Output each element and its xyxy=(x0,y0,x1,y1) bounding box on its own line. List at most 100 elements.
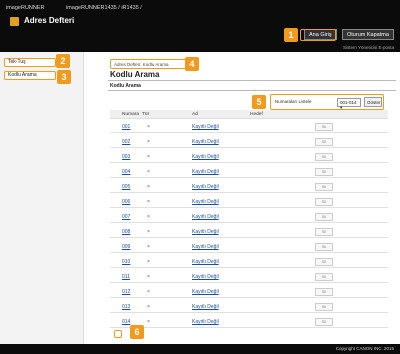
table-header: Numara Tür Ad Hedef xyxy=(110,110,388,119)
table-row: 001 × Kayıtlı Değil Sil xyxy=(110,120,388,133)
table-row: 006 × Kayıtlı Değil Sil xyxy=(110,195,388,208)
column-header-number: Numara xyxy=(122,112,140,117)
entry-name-link[interactable]: Kayıtlı Değil xyxy=(192,259,219,265)
entry-number-link[interactable]: 004 xyxy=(122,169,130,175)
breadcrumb: Adres Defteri: Kodlu Arama xyxy=(110,59,188,69)
entry-name-link[interactable]: Kayıtlı Değil xyxy=(192,124,219,130)
number-range-select[interactable]: 001-014 ▾ xyxy=(337,98,361,110)
sidebar-item-label: Tek-Tuş xyxy=(8,59,26,65)
entry-number-link[interactable]: 013 xyxy=(122,304,130,310)
delete-button[interactable]: Sil xyxy=(315,183,333,191)
copyright-text: Copyright CANON INC. 2015 xyxy=(335,346,394,351)
entry-number-link[interactable]: 011 xyxy=(122,274,130,280)
delete-button[interactable]: Sil xyxy=(315,213,333,221)
list-numbers-label: Numaraları Listele xyxy=(275,99,312,104)
entry-number-link[interactable]: 007 xyxy=(122,214,130,220)
callout-badge: 3 xyxy=(57,70,71,84)
column-header-type: Tür xyxy=(142,112,150,117)
table-row: 009 × Kayıtlı Değil Sil xyxy=(110,240,388,253)
entry-type: × xyxy=(147,319,150,325)
delete-button[interactable]: Sil xyxy=(315,243,333,251)
entry-number-link[interactable]: 005 xyxy=(122,184,130,190)
number-range-value: 001-014 xyxy=(340,100,357,105)
entry-type: × xyxy=(147,199,150,205)
entry-number-link[interactable]: 008 xyxy=(122,229,130,235)
entry-name-link[interactable]: Kayıtlı Değil xyxy=(192,169,219,175)
entry-name-link[interactable]: Kayıtlı Değil xyxy=(192,139,219,145)
footer: Copyright CANON INC. 2015 xyxy=(0,344,400,354)
delete-button[interactable]: Sil xyxy=(315,228,333,236)
entry-name-link[interactable]: Kayıtlı Değil xyxy=(192,244,219,250)
section-divider xyxy=(108,90,396,91)
delete-button[interactable]: Sil xyxy=(315,318,333,326)
delete-button[interactable]: Sil xyxy=(315,258,333,266)
model-name: imageRUNNER1435 / iR1435 / xyxy=(66,5,142,11)
sidebar-item-one-touch[interactable]: Tek-Tuş xyxy=(4,58,56,67)
entry-type: × xyxy=(147,274,150,280)
delete-button[interactable]: Sil xyxy=(315,198,333,206)
entry-type: × xyxy=(147,214,150,220)
table-row: 010 × Kayıtlı Değil Sil xyxy=(110,255,388,268)
back-to-top-icon[interactable] xyxy=(114,330,122,338)
delete-button[interactable]: Sil xyxy=(315,168,333,176)
delete-button[interactable]: Sil xyxy=(315,153,333,161)
entry-name-link[interactable]: Kayıtlı Değil xyxy=(192,199,219,205)
logout-button[interactable]: Oturum Kapatma xyxy=(342,29,394,40)
section-title: Kodlu Arama xyxy=(110,83,141,89)
entry-name-link[interactable]: Kayıtlı Değil xyxy=(192,214,219,220)
table-row: 002 × Kayıtlı Değil Sil xyxy=(110,135,388,148)
entry-name-link[interactable]: Kayıtlı Değil xyxy=(192,184,219,190)
entry-number-link[interactable]: 014 xyxy=(122,319,130,325)
entry-name-link[interactable]: Kayıtlı Değil xyxy=(192,304,219,310)
callout-badge: 6 xyxy=(130,325,144,339)
table-row: 011 × Kayıtlı Değil Sil xyxy=(110,270,388,283)
column-header-name: Ad xyxy=(192,112,198,117)
brand-name: imageRUNNER xyxy=(6,5,45,11)
delete-button[interactable]: Sil xyxy=(315,303,333,311)
system-manager-email-link[interactable]: Sistem Yöneticisi E-posta xyxy=(343,45,394,50)
entry-name-link[interactable]: Kayıtlı Değil xyxy=(192,229,219,235)
callout-badge: 1 xyxy=(284,28,298,42)
entry-name-link[interactable]: Kayıtlı Değil xyxy=(192,289,219,295)
app-title: Adres Defteri xyxy=(24,16,75,25)
header-bar: imageRUNNER imageRUNNER1435 / iR1435 / A… xyxy=(0,0,400,52)
entry-number-link[interactable]: 001 xyxy=(122,124,130,130)
delete-button[interactable]: Sil xyxy=(315,138,333,146)
entry-number-link[interactable]: 006 xyxy=(122,199,130,205)
entry-type: × xyxy=(147,139,150,145)
sidebar: Tek-Tuş Kodlu Arama xyxy=(0,52,84,344)
home-button-highlight xyxy=(300,29,336,41)
entry-type: × xyxy=(147,169,150,175)
entry-name-link[interactable]: Kayıtlı Değil xyxy=(192,274,219,280)
entry-type: × xyxy=(147,289,150,295)
delete-button[interactable]: Sil xyxy=(315,123,333,131)
entry-name-link[interactable]: Kayıtlı Değil xyxy=(192,154,219,160)
table-row: 007 × Kayıtlı Değil Sil xyxy=(110,210,388,223)
delete-button[interactable]: Sil xyxy=(315,273,333,281)
entry-type: × xyxy=(147,304,150,310)
entry-name-link[interactable]: Kayıtlı Değil xyxy=(192,319,219,325)
sidebar-item-label: Kodlu Arama xyxy=(8,72,37,78)
page-title: Kodlu Arama xyxy=(110,70,160,79)
table-row: 004 × Kayıtlı Değil Sil xyxy=(110,165,388,178)
entry-number-link[interactable]: 012 xyxy=(122,289,130,295)
table-row: 005 × Kayıtlı Değil Sil xyxy=(110,180,388,193)
table-row: 008 × Kayıtlı Değil Sil xyxy=(110,225,388,238)
entry-number-link[interactable]: 009 xyxy=(122,244,130,250)
entry-type: × xyxy=(147,244,150,250)
entry-type: × xyxy=(147,184,150,190)
title-divider xyxy=(108,80,396,81)
entry-number-link[interactable]: 003 xyxy=(122,154,130,160)
entry-type: × xyxy=(147,229,150,235)
delete-button[interactable]: Sil xyxy=(315,288,333,296)
table-row: 013 × Kayıtlı Değil Sil xyxy=(110,300,388,313)
entry-number-link[interactable]: 010 xyxy=(122,259,130,265)
entry-type: × xyxy=(147,259,150,265)
entry-number-link[interactable]: 002 xyxy=(122,139,130,145)
sidebar-item-coded-dial[interactable]: Kodlu Arama xyxy=(4,71,56,80)
table-row: 014 × Kayıtlı Değil Sil xyxy=(110,315,388,328)
callout-badge: 5 xyxy=(252,95,266,109)
show-button[interactable]: Göster xyxy=(364,97,382,107)
callout-badge: 4 xyxy=(185,57,199,71)
callout-badge: 2 xyxy=(56,54,70,68)
